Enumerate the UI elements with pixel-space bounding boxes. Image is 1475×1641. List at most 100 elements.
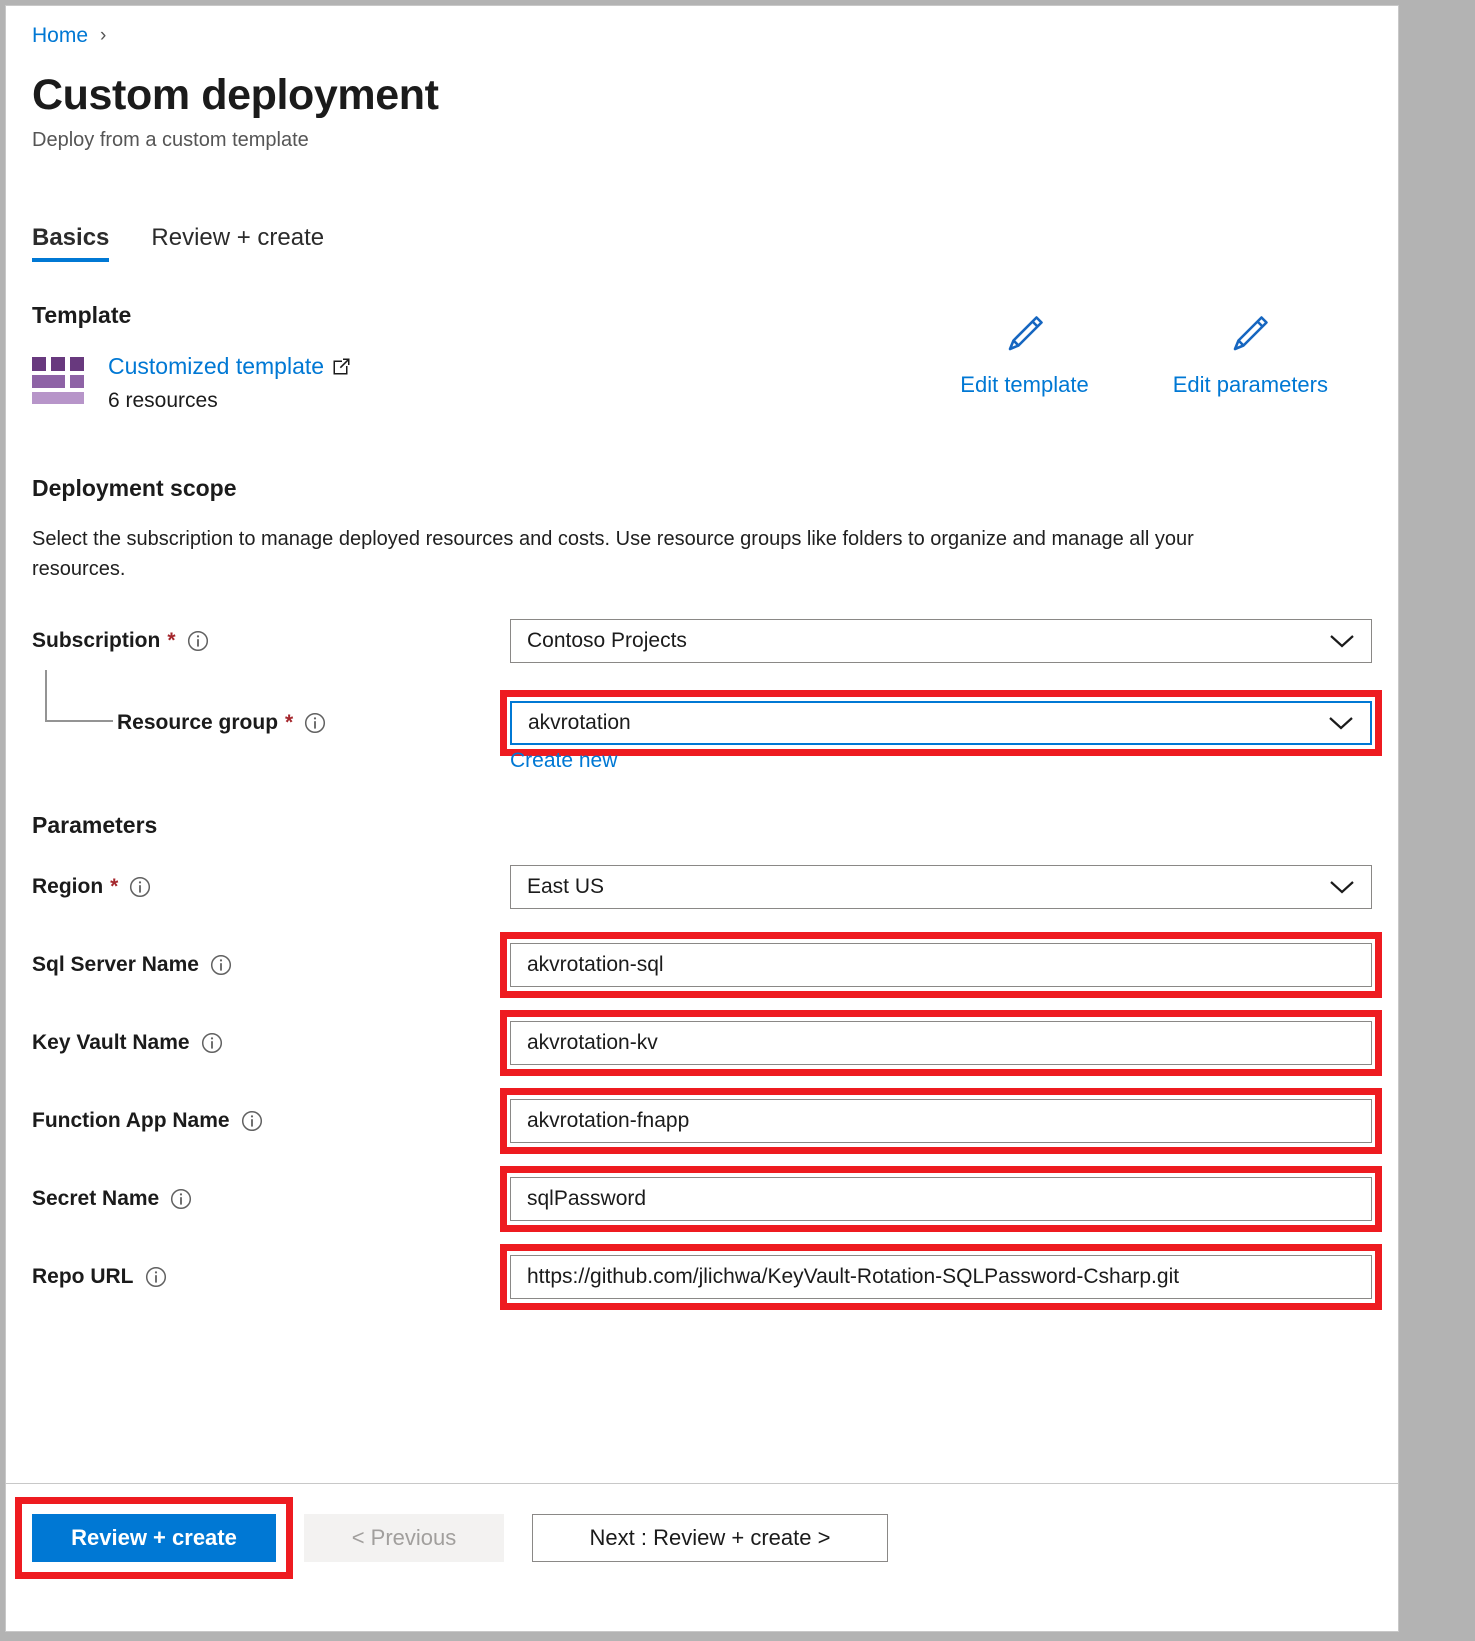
function-app-name-input[interactable]: akvrotation-fnapp — [510, 1099, 1372, 1144]
tab-review-create[interactable]: Review + create — [151, 224, 324, 262]
repo-url-label-cell: Repo URL — [32, 1265, 510, 1289]
chevron-down-icon — [1329, 879, 1355, 895]
key-vault-name-row: Key Vault Name akvrotation-kv — [32, 1010, 1382, 1077]
chevron-down-icon — [1329, 633, 1355, 649]
pencil-icon — [1003, 312, 1047, 361]
secret-name-row: Secret Name sqlPassword — [32, 1166, 1382, 1233]
edit-template-button[interactable]: Edit template — [960, 312, 1089, 398]
page-title: Custom deployment — [32, 71, 439, 119]
info-icon[interactable] — [201, 1032, 223, 1054]
blade-content: Home › Custom deployment Deploy from a c… — [6, 6, 1398, 1483]
template-grid-icon — [32, 357, 86, 405]
secret-name-label: Secret Name — [32, 1187, 160, 1211]
edit-parameters-label: Edit parameters — [1172, 372, 1328, 398]
region-row: Region * East US — [32, 864, 1372, 910]
function-app-name-label: Function App Name — [32, 1109, 230, 1133]
function-app-name-value: akvrotation-fnapp — [527, 1109, 690, 1133]
repo-url-label: Repo URL — [32, 1265, 134, 1289]
sql-server-name-input[interactable]: akvrotation-sql — [510, 943, 1372, 988]
external-link-icon — [332, 357, 351, 376]
breadcrumb: Home › — [32, 6, 1372, 48]
template-resource-count: 6 resources — [108, 389, 218, 413]
repo-url-field-cell: https://github.com/jlichwa/KeyVault-Rota… — [500, 1244, 1382, 1311]
parameters-section: Parameters — [32, 812, 1372, 839]
resource-group-label: Resource group — [117, 711, 279, 735]
sql-server-name-field-cell: akvrotation-sql — [500, 932, 1382, 999]
template-summary-text: Customized template 6 resources — [108, 353, 351, 413]
region-field-cell: East US — [510, 865, 1372, 910]
subscription-field-cell: Contoso Projects — [510, 619, 1372, 664]
breadcrumb-chevron-icon: › — [100, 25, 107, 46]
page-subtitle: Deploy from a custom template — [32, 129, 309, 152]
subscription-dropdown[interactable]: Contoso Projects — [510, 619, 1372, 664]
customized-template-label: Customized template — [108, 353, 325, 380]
next-review-create-button[interactable]: Next : Review + create > — [532, 1514, 888, 1562]
create-new-resource-group-link[interactable]: Create new — [510, 749, 617, 773]
sql-server-name-value: akvrotation-sql — [527, 953, 664, 977]
tab-list: Basics Review + create — [32, 212, 1372, 263]
edit-template-label: Edit template — [960, 372, 1089, 398]
key-vault-name-label-cell: Key Vault Name — [32, 1031, 510, 1055]
region-value: East US — [527, 875, 605, 899]
region-dropdown[interactable]: East US — [510, 865, 1372, 910]
sql-server-name-row: Sql Server Name akvrotation-sql — [32, 932, 1382, 999]
tree-connector-line — [45, 670, 113, 723]
secret-name-value: sqlPassword — [527, 1187, 647, 1211]
required-asterisk: * — [110, 875, 119, 899]
info-icon[interactable] — [210, 954, 232, 976]
azure-portal-blade: Home › Custom deployment Deploy from a c… — [5, 5, 1399, 1632]
info-icon[interactable] — [129, 876, 151, 898]
breadcrumb-home-link[interactable]: Home — [32, 24, 88, 48]
function-app-name-field-cell: akvrotation-fnapp — [500, 1088, 1382, 1155]
secret-name-field-cell: sqlPassword — [500, 1166, 1382, 1233]
function-app-name-row: Function App Name akvrotation-fnapp — [32, 1088, 1382, 1155]
repo-url-row: Repo URL https://github.com/jlichwa/KeyV… — [32, 1244, 1382, 1311]
key-vault-name-value: akvrotation-kv — [527, 1031, 658, 1055]
region-label: Region — [32, 875, 104, 899]
resource-group-field-cell: akvrotation Create new — [500, 690, 1382, 772]
blade-footer: Review + create < Previous Next : Review… — [6, 1483, 1398, 1631]
footer-button-bar: Review + create < Previous Next : Review… — [6, 1484, 1398, 1579]
edit-parameters-button[interactable]: Edit parameters — [1173, 312, 1328, 398]
deployment-scope-heading: Deployment scope — [32, 475, 237, 502]
resource-group-row: Resource group * akvrotation Create new — [32, 670, 1382, 772]
resource-group-dropdown[interactable]: akvrotation — [510, 701, 1372, 746]
info-icon[interactable] — [187, 630, 209, 652]
region-label-cell: Region * — [32, 875, 510, 899]
customized-template-link[interactable]: Customized template — [108, 353, 351, 380]
info-icon[interactable] — [170, 1188, 192, 1210]
review-create-button-wrapper: Review + create — [15, 1497, 293, 1579]
screenshot-root: Home › Custom deployment Deploy from a c… — [0, 0, 1475, 1641]
sql-server-name-label-cell: Sql Server Name — [32, 953, 510, 977]
template-edit-actions: Edit template Edit parameters — [960, 312, 1328, 398]
parameters-heading: Parameters — [32, 812, 158, 839]
repo-url-input[interactable]: https://github.com/jlichwa/KeyVault-Rota… — [510, 1255, 1372, 1300]
deployment-scope-section: Deployment scope Select the subscription… — [32, 475, 1372, 584]
key-vault-name-label: Key Vault Name — [32, 1031, 190, 1055]
tab-basics[interactable]: Basics — [32, 224, 110, 263]
resource-group-label-cell: Resource group * — [32, 670, 510, 735]
review-create-button[interactable]: Review + create — [32, 1514, 276, 1562]
key-vault-name-field-cell: akvrotation-kv — [500, 1010, 1382, 1077]
subscription-label: Subscription — [32, 629, 161, 653]
previous-button: < Previous — [304, 1514, 504, 1562]
info-icon[interactable] — [145, 1266, 167, 1288]
resource-group-value: akvrotation — [528, 711, 631, 735]
subscription-row: Subscription * Contoso Projects — [32, 618, 1372, 664]
deployment-scope-description: Select the subscription to manage deploy… — [32, 528, 1194, 581]
template-section: Template Customized template 6 resources… — [32, 302, 1372, 413]
function-app-name-label-cell: Function App Name — [32, 1109, 510, 1133]
info-icon[interactable] — [241, 1110, 263, 1132]
sql-server-name-label: Sql Server Name — [32, 953, 199, 977]
pencil-icon — [1228, 312, 1272, 361]
info-icon[interactable] — [304, 712, 326, 734]
required-asterisk: * — [167, 629, 176, 653]
subscription-value: Contoso Projects — [527, 629, 687, 653]
required-asterisk: * — [285, 711, 294, 735]
chevron-down-icon — [1328, 715, 1354, 731]
key-vault-name-input[interactable]: akvrotation-kv — [510, 1021, 1372, 1066]
repo-url-value: https://github.com/jlichwa/KeyVault-Rota… — [527, 1265, 1180, 1289]
secret-name-input[interactable]: sqlPassword — [510, 1177, 1372, 1222]
secret-name-label-cell: Secret Name — [32, 1187, 510, 1211]
subscription-label-cell: Subscription * — [32, 629, 510, 653]
